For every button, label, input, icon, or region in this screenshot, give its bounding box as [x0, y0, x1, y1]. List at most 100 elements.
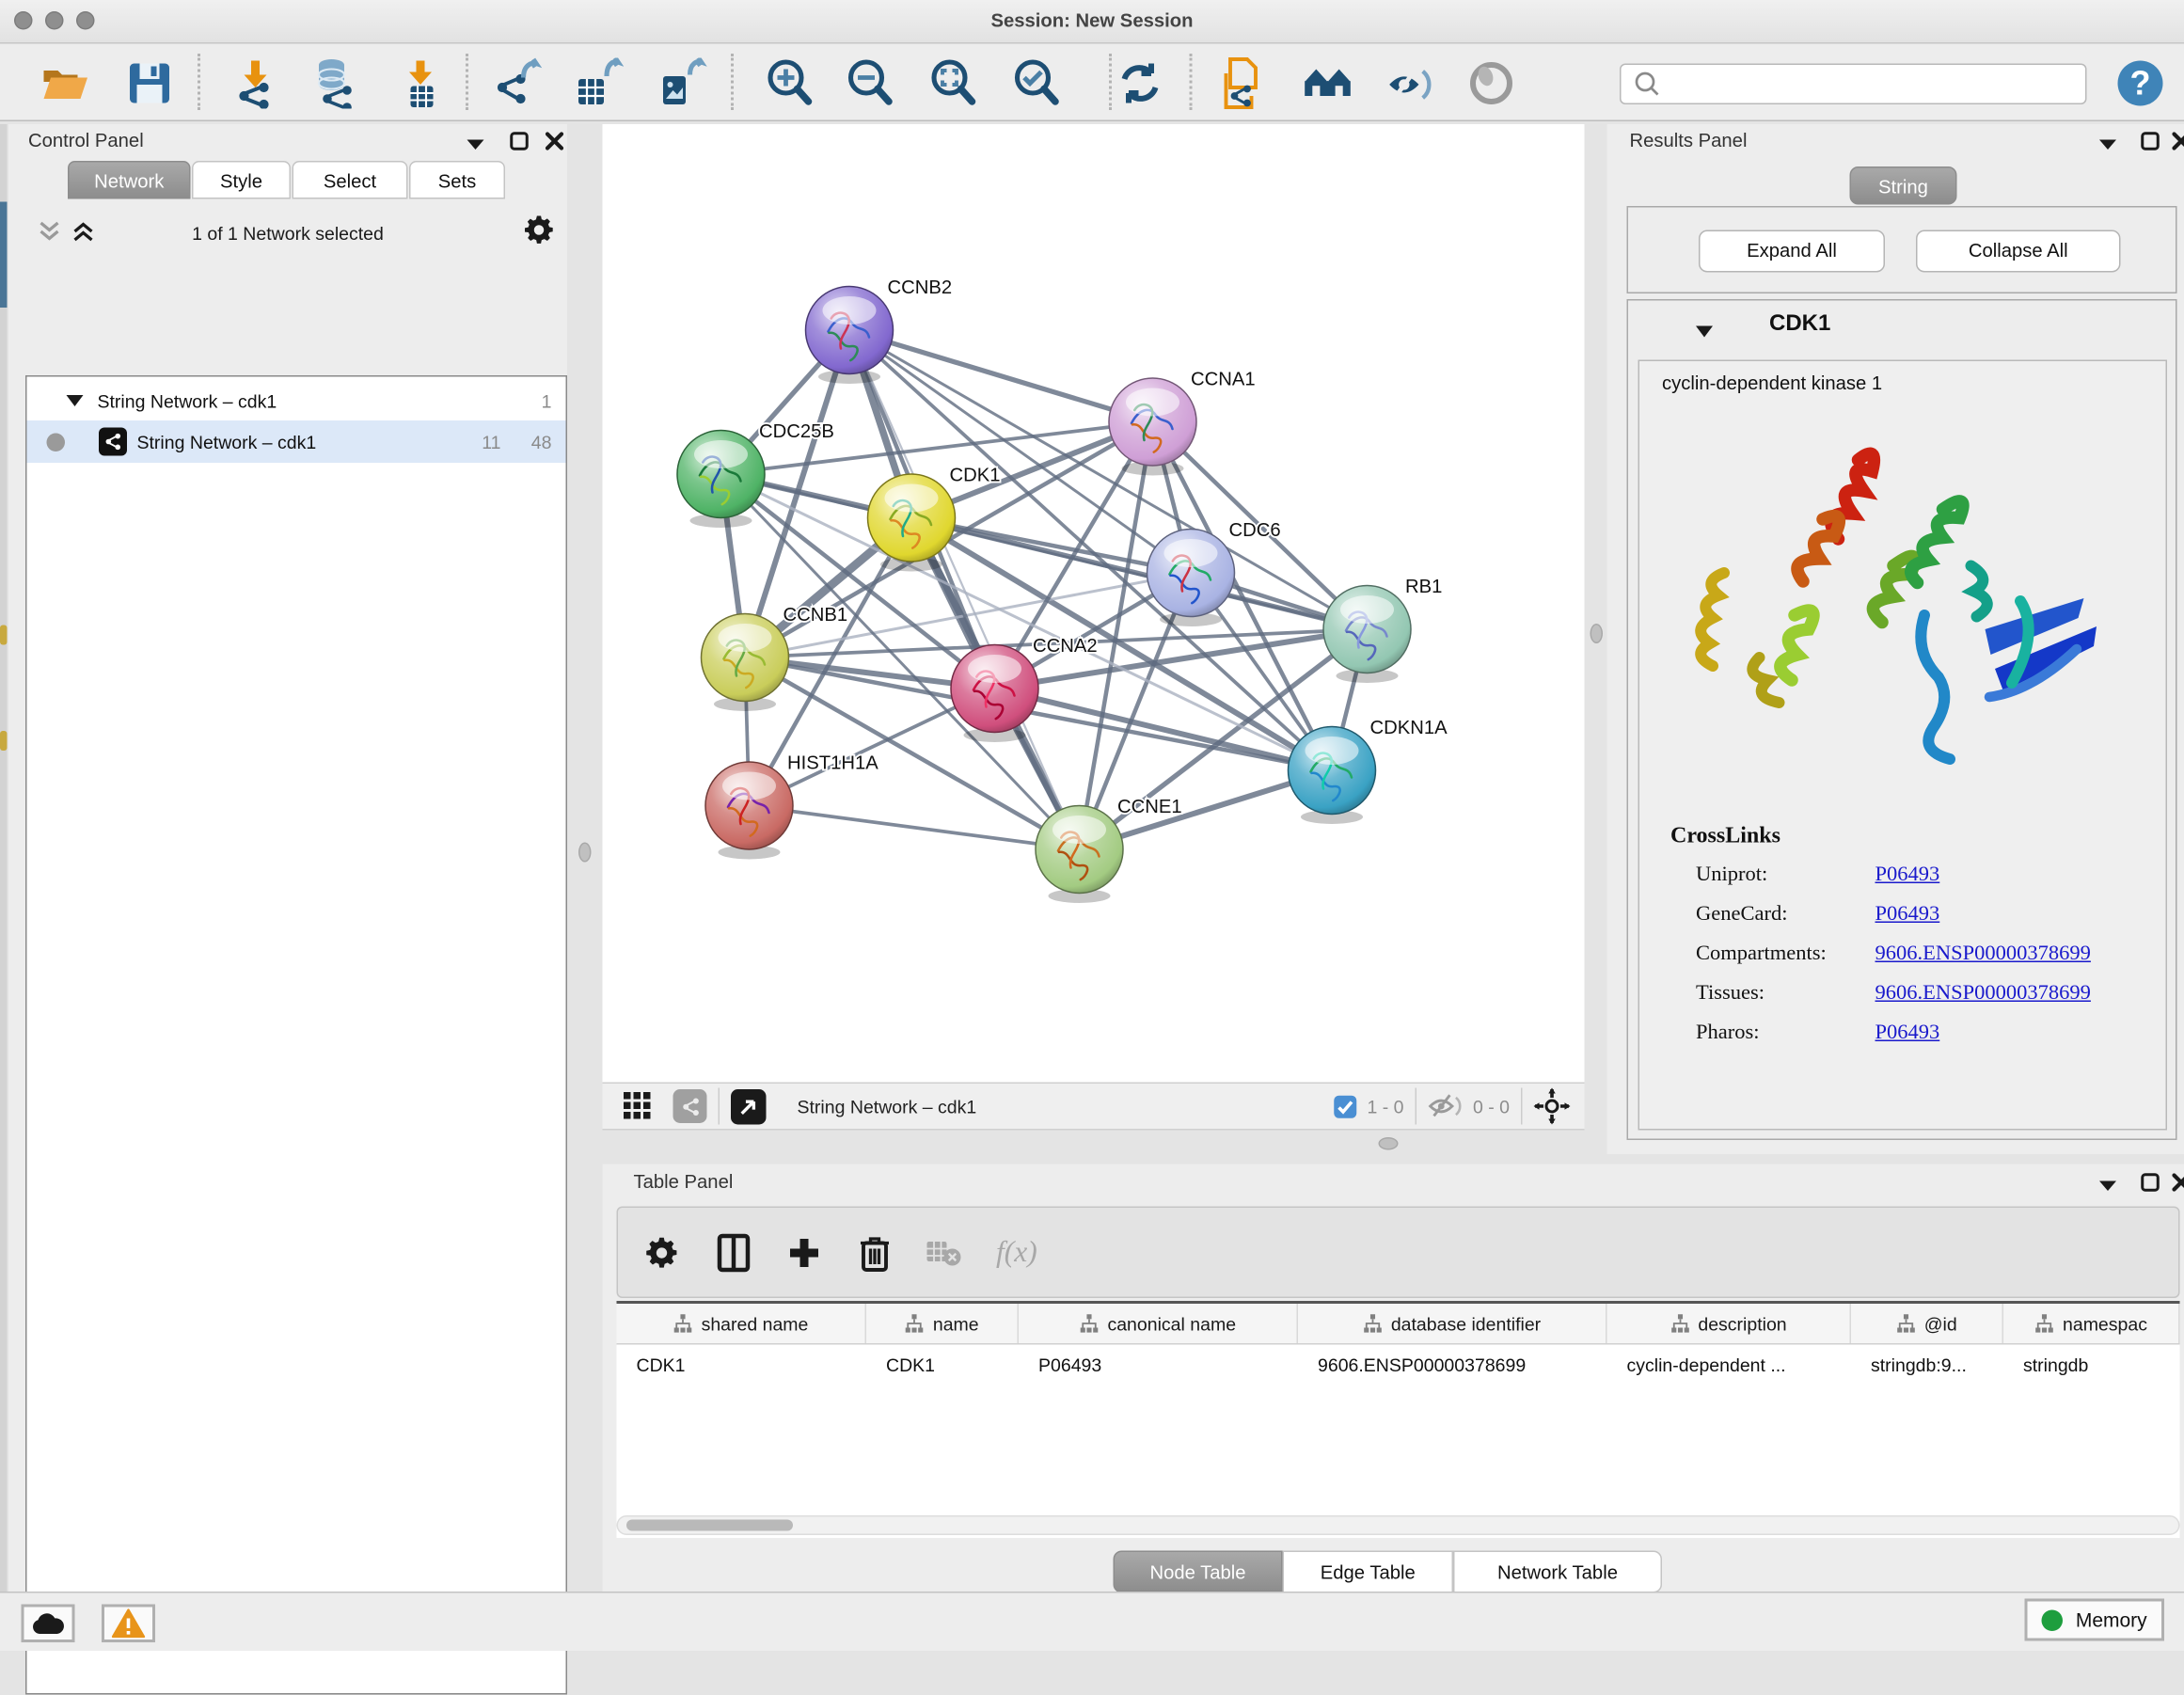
panel-close-icon[interactable] — [2172, 1173, 2184, 1193]
panel-close-icon[interactable] — [545, 132, 564, 151]
left-splitter-handle[interactable] — [578, 843, 592, 863]
export-table-button[interactable] — [573, 58, 624, 109]
column-header[interactable]: @id — [1851, 1304, 2003, 1343]
network-row-selected[interactable]: String Network – cdk1 11 48 — [27, 420, 566, 463]
crosslink-link[interactable]: P06493 — [1875, 1022, 1940, 1046]
import-table-disabled-icon — [926, 1237, 962, 1268]
panel-close-icon[interactable] — [2172, 132, 2184, 151]
tab-string[interactable]: String — [1850, 166, 1957, 205]
network-share-icon[interactable] — [673, 1089, 707, 1123]
tab-edge-table[interactable]: Edge Table — [1283, 1551, 1454, 1593]
help-button[interactable]: ? — [2115, 58, 2166, 109]
export-network-button[interactable] — [493, 58, 544, 109]
panel-menu-icon[interactable] — [2098, 137, 2118, 151]
network-collection-row[interactable]: String Network – cdk1 1 — [27, 380, 566, 422]
warnings-button[interactable] — [102, 1605, 155, 1643]
column-header[interactable]: database identifier — [1298, 1304, 1607, 1343]
first-neighbors-button[interactable] — [1303, 58, 1353, 109]
zoom-in-button[interactable] — [765, 58, 815, 109]
memory-button[interactable]: Memory — [2025, 1599, 2165, 1641]
tab-sets[interactable]: Sets — [409, 161, 505, 199]
tab-select[interactable]: Select — [293, 161, 408, 199]
column-header[interactable]: description — [1607, 1304, 1852, 1343]
zoom-out-button[interactable] — [846, 58, 896, 109]
toolbar-separator — [1190, 54, 1193, 110]
network-tree: String Network – cdk1 1 String Network –… — [25, 375, 567, 1695]
expand-all-button[interactable]: Expand All — [1699, 230, 1885, 273]
table-horizontal-scrollbar[interactable] — [617, 1515, 2180, 1535]
table-row[interactable]: CDK1CDK1P064939606.ENSP00000378699cyclin… — [617, 1345, 2180, 1385]
network-node[interactable]: CDC6 — [1147, 520, 1281, 626]
table-settings-gear-icon[interactable] — [643, 1234, 680, 1271]
search-input[interactable] — [1670, 72, 2086, 97]
network-node[interactable]: CCNB2 — [806, 277, 953, 384]
tab-node-table[interactable]: Node Table — [1114, 1551, 1283, 1593]
selected-checkbox-icon[interactable] — [1333, 1094, 1357, 1118]
crosslink-link[interactable]: P06493 — [1875, 903, 1940, 927]
delete-column-icon[interactable] — [858, 1232, 892, 1272]
open-session-button[interactable] — [40, 58, 90, 109]
horizontal-splitter-handle[interactable] — [1379, 1137, 1399, 1150]
scrollbar-thumb[interactable] — [626, 1520, 793, 1531]
tab-style[interactable]: Style — [192, 161, 291, 199]
zoom-fit-button[interactable] — [928, 58, 979, 109]
node-label: CCNE1 — [1117, 797, 1182, 817]
show-all-button[interactable] — [1466, 58, 1517, 109]
network-graph[interactable]: CCNB2CCNA1CDC25BCDK1CDC6RB1CCNB1CCNA2CDK… — [603, 124, 1585, 1083]
crosslink-link[interactable]: 9606.ENSP00000378699 — [1875, 943, 2091, 967]
import-network-file-button[interactable] — [230, 58, 281, 109]
panel-float-icon[interactable] — [2141, 132, 2160, 151]
refresh-view-button[interactable] — [1115, 58, 1165, 109]
window-title: Session: New Session — [0, 10, 2184, 32]
pan-crosshair-icon[interactable] — [1534, 1088, 1571, 1125]
column-header[interactable]: name — [866, 1304, 1019, 1343]
grid-view-icon[interactable] — [623, 1091, 654, 1122]
tab-network[interactable]: Network — [68, 161, 191, 199]
panel-float-icon[interactable] — [2141, 1173, 2160, 1193]
column-header[interactable]: shared name — [617, 1304, 867, 1343]
zoom-selected-button[interactable] — [1012, 58, 1063, 109]
panel-menu-icon[interactable] — [466, 137, 485, 151]
network-edge[interactable] — [849, 330, 1080, 849]
network-edge[interactable] — [849, 330, 1153, 422]
tab-network-table[interactable]: Network Table — [1453, 1551, 1662, 1593]
column-header[interactable]: namespac — [2003, 1304, 2180, 1343]
add-column-icon[interactable] — [787, 1235, 821, 1269]
crosslink-link[interactable]: P06493 — [1875, 863, 1940, 888]
show-columns-icon[interactable] — [717, 1232, 751, 1272]
node-table[interactable]: shared namenamecanonical namedatabase id… — [617, 1301, 2180, 1538]
network-options-gear-icon[interactable] — [522, 214, 556, 247]
export-image-button[interactable] — [657, 58, 707, 109]
crosslink-link[interactable]: 9606.ENSP00000378699 — [1875, 982, 2091, 1006]
network-node[interactable]: CCNB1 — [702, 605, 848, 711]
import-table-file-button[interactable] — [395, 58, 446, 109]
column-type-icon — [673, 1314, 693, 1334]
save-session-button[interactable] — [124, 58, 175, 109]
control-panel-title: Control Panel — [28, 130, 144, 151]
panel-float-icon[interactable] — [510, 132, 530, 151]
column-header[interactable]: canonical name — [1019, 1304, 1298, 1343]
network-node[interactable]: CDKN1A — [1289, 718, 1448, 824]
network-node[interactable]: HIST1H1A — [705, 753, 878, 860]
clone-network-button[interactable] — [1218, 58, 1269, 109]
network-node[interactable]: CCNA1 — [1109, 370, 1256, 476]
crosslink-row: Uniprot:P06493 — [1696, 863, 2147, 888]
right-splitter-handle[interactable] — [1591, 624, 1604, 643]
panel-menu-icon[interactable] — [2098, 1179, 2118, 1193]
network-node[interactable]: CCNE1 — [1036, 797, 1182, 903]
hide-selected-button[interactable] — [1385, 58, 1435, 109]
import-network-database-button[interactable] — [309, 58, 360, 109]
network-label: String Network – cdk1 — [137, 431, 317, 452]
network-node[interactable]: RB1 — [1323, 577, 1442, 683]
crosslink-row: GeneCard:P06493 — [1696, 903, 2147, 927]
network-edge[interactable] — [750, 806, 1080, 850]
cloud-status-button[interactable] — [22, 1605, 75, 1643]
open-in-window-icon[interactable] — [731, 1088, 767, 1124]
collapse-all-button[interactable]: Collapse All — [1916, 230, 2121, 273]
network-canvas[interactable]: CCNB2CCNA1CDC25BCDK1CDC6RB1CCNB1CCNA2CDK… — [603, 124, 1585, 1083]
network-type-icon — [99, 428, 127, 456]
tree-expander-icon[interactable] — [67, 394, 84, 408]
results-actions-box: Expand All Collapse All — [1627, 206, 2177, 293]
status-bar: Memory — [0, 1592, 2184, 1652]
gene-collapse-icon[interactable] — [1695, 324, 1715, 340]
